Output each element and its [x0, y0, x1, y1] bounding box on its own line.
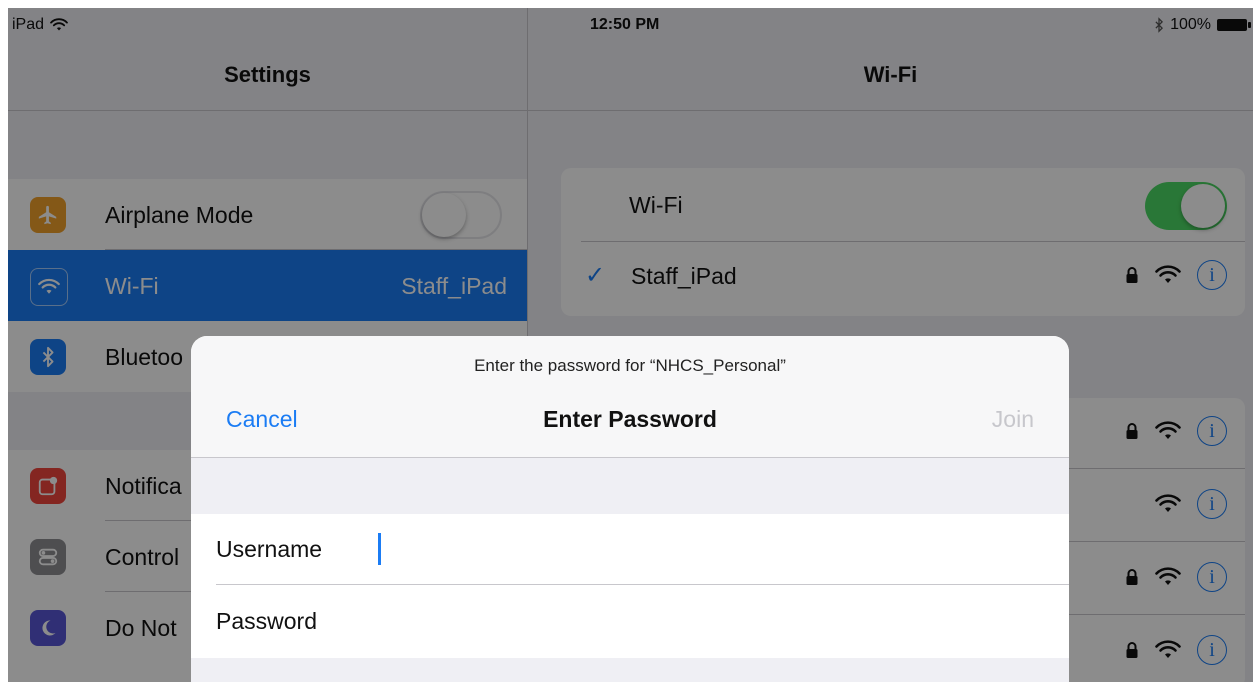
dialog-prompt: Enter the password for “NHCS_Personal” — [474, 356, 786, 375]
enter-password-dialog: Enter the password for “NHCS_Personal” E… — [191, 336, 1069, 682]
divider — [216, 584, 1069, 585]
username-field[interactable] — [376, 530, 1040, 570]
text-cursor — [378, 533, 381, 565]
username-label: Username — [216, 536, 323, 562]
dialog-header: Enter the password for “NHCS_Personal” E… — [191, 336, 1069, 458]
page: Settings Airplane Mode Wi-Fi Staff_iPad — [0, 0, 1253, 682]
password-label: Password — [216, 608, 317, 634]
password-field[interactable] — [376, 602, 1040, 642]
username-row[interactable]: Username — [191, 514, 1069, 585]
dialog-spacer — [191, 458, 1069, 514]
cancel-button[interactable]: Cancel — [226, 406, 298, 433]
password-row[interactable]: Password — [191, 586, 1069, 657]
dialog-footer — [191, 658, 1069, 682]
ipad-screen: Settings Airplane Mode Wi-Fi Staff_iPad — [8, 8, 1253, 682]
dialog-title: Enter Password — [543, 406, 717, 432]
join-button[interactable]: Join — [992, 406, 1034, 433]
